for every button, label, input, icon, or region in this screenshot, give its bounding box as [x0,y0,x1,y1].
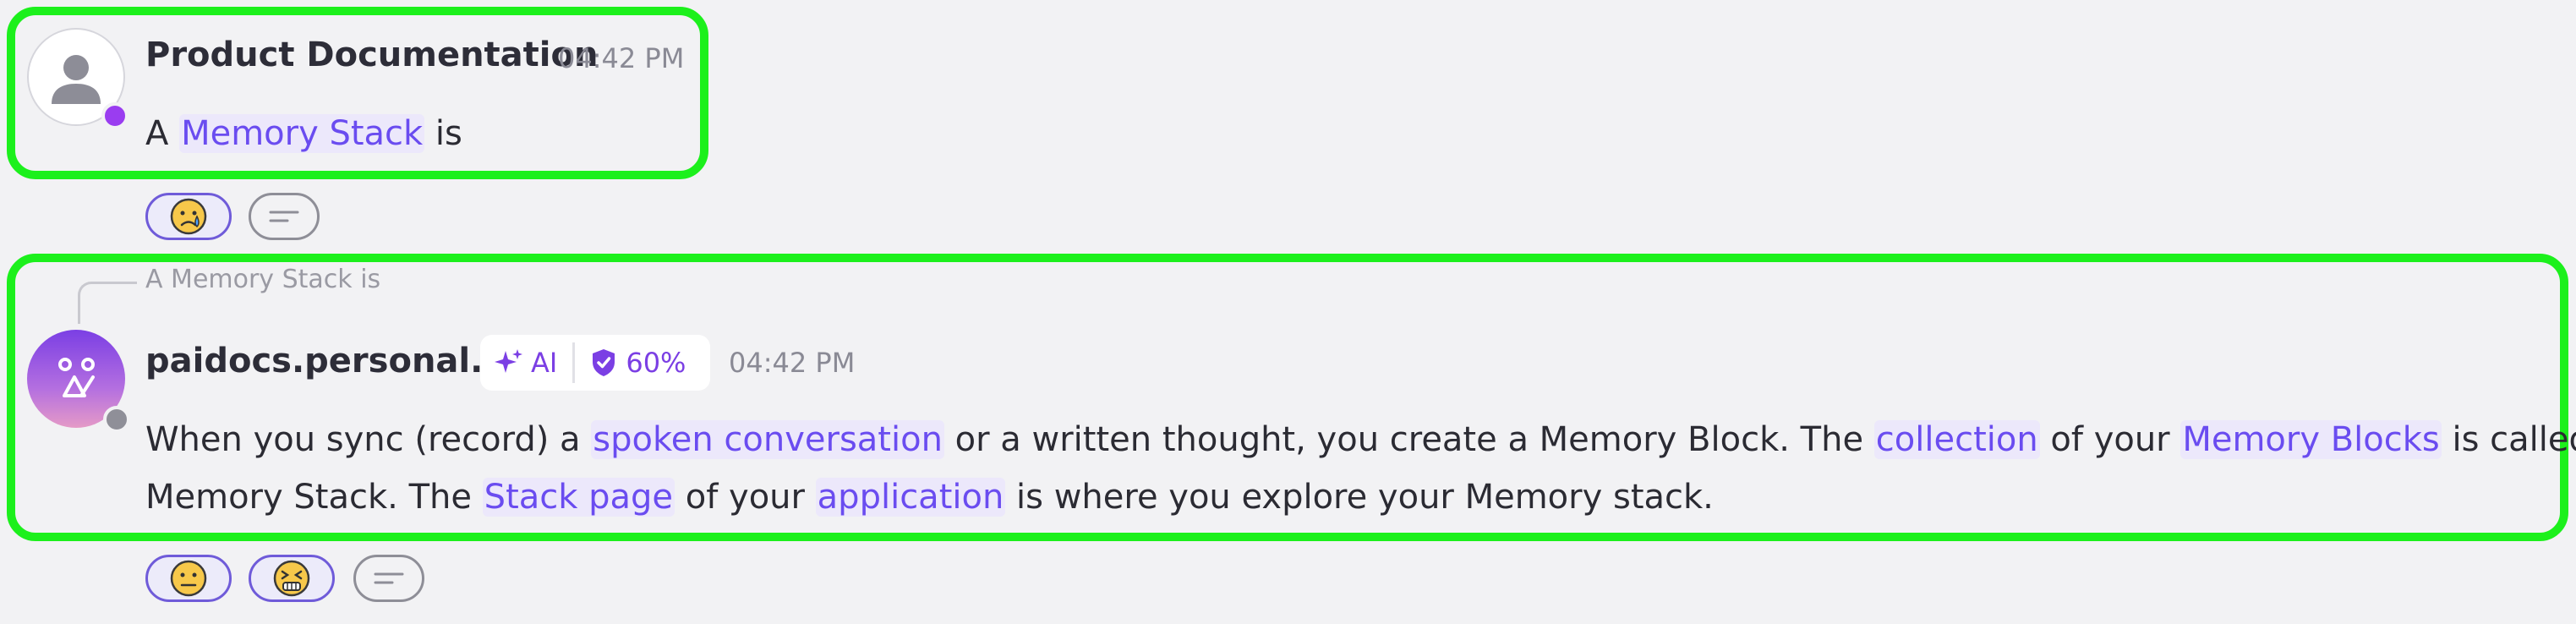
message-text-line-2: Memory Stack. The Stack page of your app… [145,478,1714,517]
author-name[interactable]: paidocs.personal.ai [145,342,517,380]
message-text: A Memory Stack is [145,114,462,153]
neutral-face-emoji-icon [170,560,207,597]
confidence-score: 60% [626,347,686,379]
reaction-grimace-face[interactable] [249,555,335,602]
sad-tear-emoji-icon [170,198,207,235]
message-text-line-1: When you sync (record) a spoken conversa… [145,420,2576,459]
timestamp: 04:42 PM [558,42,685,74]
reply-lines-icon [374,572,404,584]
badge-divider [572,342,576,383]
reply-lines-icon [269,211,299,222]
ai-label: AI [531,347,558,379]
author-name[interactable]: Product Documentation [145,36,598,74]
link-memory-stack[interactable]: Memory Stack [179,114,425,153]
reply-reference[interactable]: A Memory Stack is [145,265,380,294]
offline-status-dot [103,406,130,433]
avatar-paidocs[interactable] [27,330,130,433]
link-collection[interactable]: collection [1873,420,2040,459]
reaction-sad-tear[interactable] [145,193,232,240]
link-stack-page[interactable]: Stack page [482,478,675,517]
reaction-neutral-face[interactable] [145,555,232,602]
sparkle-icon [495,349,522,373]
reply-connector [78,282,137,324]
grimace-face-emoji-icon [273,560,310,597]
link-application[interactable]: application [815,478,1006,517]
reply-thread-button[interactable] [249,193,320,240]
shield-check-icon [593,349,615,376]
timestamp: 04:42 PM [729,347,856,379]
ai-confidence-badge[interactable]: AI 60% [480,335,710,391]
link-spoken-conversation[interactable]: spoken conversation [591,420,944,459]
reply-thread-button[interactable] [353,555,424,602]
link-memory-blocks[interactable]: Memory Blocks [2180,420,2442,459]
avatar-product-documentation[interactable] [27,28,129,129]
online-status-dot [101,102,129,129]
